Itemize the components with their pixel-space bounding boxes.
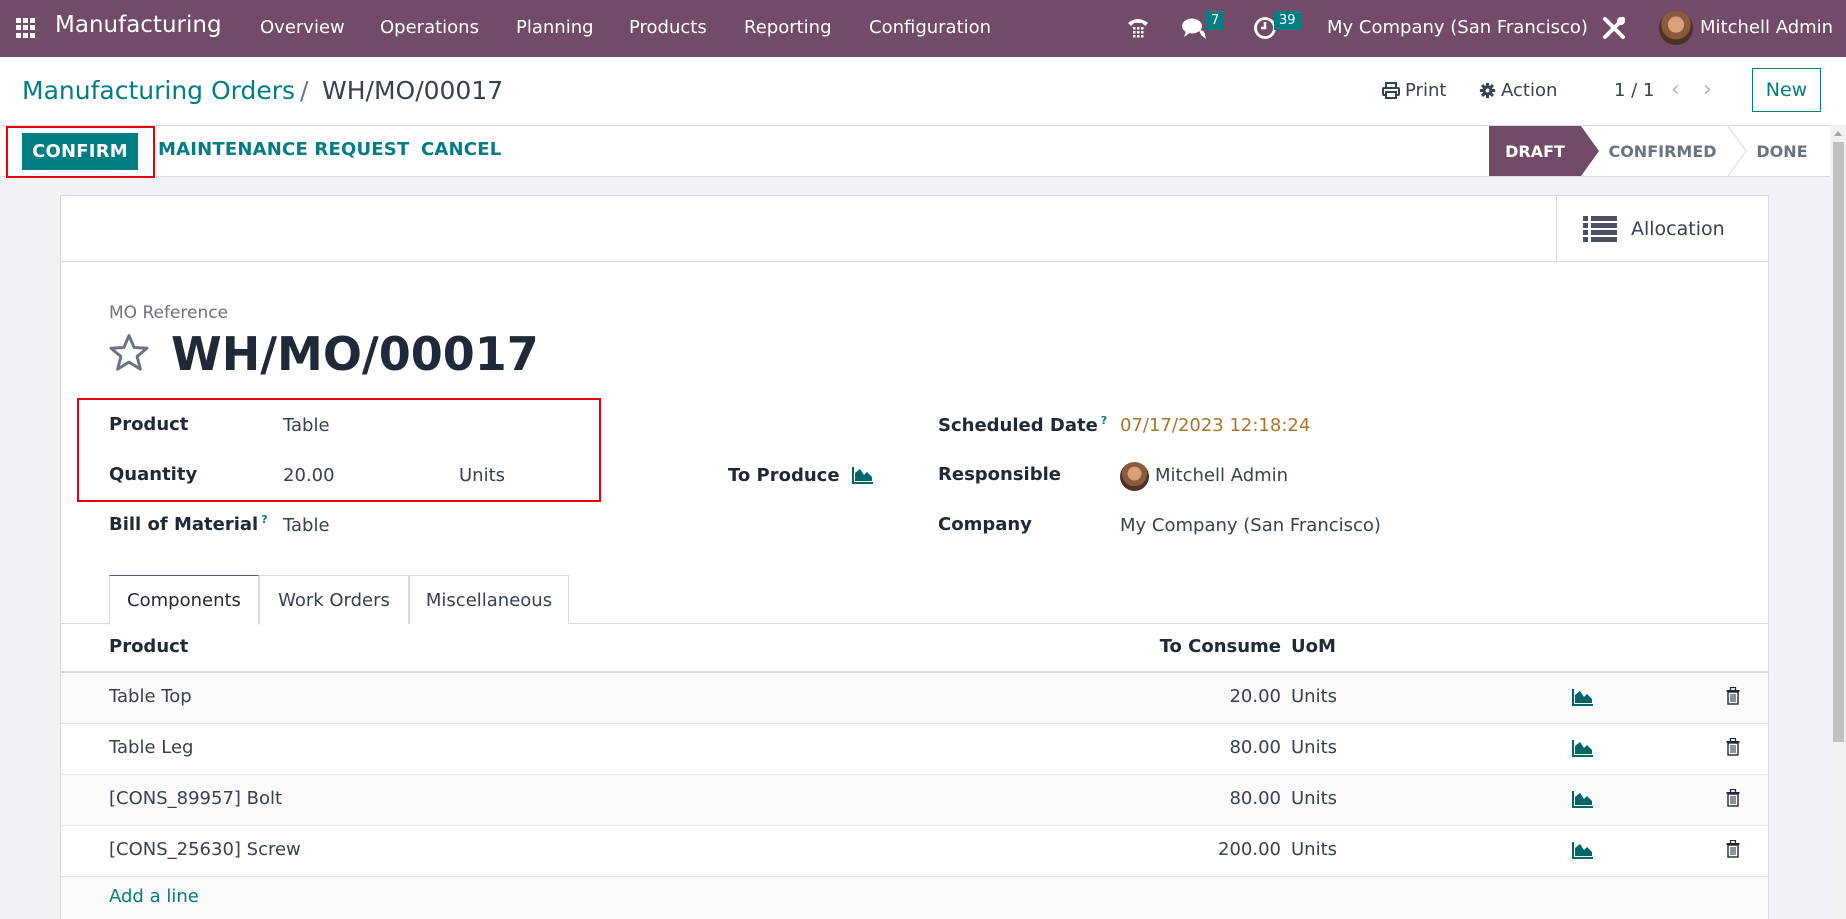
scheduled-date-help-icon[interactable]: ?: [1101, 414, 1107, 427]
forecast-chart-icon[interactable]: [1572, 790, 1594, 808]
phone-icon[interactable]: [1126, 15, 1150, 39]
company-switcher[interactable]: My Company (San Francisco): [1327, 17, 1588, 38]
maintenance-request-button[interactable]: MAINTENANCE REQUEST: [158, 139, 409, 160]
forecast-chart-icon[interactable]: [1572, 739, 1594, 757]
print-label: Print: [1405, 80, 1447, 101]
delete-trash-icon[interactable]: [1726, 840, 1740, 858]
menu-products[interactable]: Products: [629, 17, 707, 38]
responsible-label: Responsible: [938, 464, 1061, 485]
messages-count-badge: 7: [1206, 11, 1225, 30]
add-line-link[interactable]: Add a line: [109, 886, 199, 907]
pager-next-icon[interactable]: ›: [1703, 77, 1712, 102]
responsible-field[interactable]: Mitchell Admin: [1155, 465, 1288, 486]
product-quantity-highlight-annotation: [77, 398, 601, 502]
stage-draft[interactable]: DRAFT: [1489, 126, 1599, 176]
bom-label: Bill of Material?: [109, 513, 268, 535]
tab-miscellaneous[interactable]: Miscellaneous: [409, 575, 569, 624]
star-favorite-icon[interactable]: [107, 331, 151, 375]
action-label: Action: [1501, 80, 1558, 101]
forecast-chart-icon[interactable]: [852, 466, 874, 484]
row-uom: Units: [1291, 788, 1338, 809]
pager-value[interactable]: 1 / 1: [1614, 80, 1654, 101]
button-box: Allocation: [61, 196, 1768, 262]
company-field[interactable]: My Company (San Francisco): [1120, 515, 1381, 536]
delete-trash-icon[interactable]: [1726, 738, 1740, 756]
column-header-to-consume[interactable]: To Consume: [1111, 636, 1281, 657]
stage-confirmed[interactable]: CONFIRMED: [1590, 126, 1735, 176]
breadcrumb-current: WH/MO/00017: [322, 76, 504, 105]
menu-planning[interactable]: Planning: [516, 17, 594, 38]
messages-icon[interactable]: [1181, 16, 1207, 40]
tab-components[interactable]: Components: [109, 575, 259, 625]
breadcrumb-manufacturing-orders[interactable]: Manufacturing Orders: [22, 76, 295, 105]
new-button[interactable]: New: [1752, 68, 1821, 112]
forecast-chart-icon[interactable]: [1572, 841, 1594, 859]
menu-overview[interactable]: Overview: [260, 17, 345, 38]
breadcrumb-separator: /: [300, 76, 309, 105]
scheduled-date-label-text: Scheduled Date: [938, 415, 1098, 436]
confirm-highlight-annotation: [6, 126, 155, 178]
responsible-avatar: [1120, 462, 1149, 491]
scroll-up-arrow-icon[interactable]: [1834, 131, 1842, 136]
cancel-button[interactable]: CANCEL: [421, 139, 501, 160]
mo-reference-label: MO Reference: [109, 303, 229, 323]
row-to-consume[interactable]: 200.00: [1161, 839, 1281, 860]
table-row[interactable]: [CONS_89957] Bolt 80.00 Units: [61, 775, 1768, 826]
row-product[interactable]: Table Top: [109, 686, 192, 707]
row-uom: Units: [1291, 839, 1338, 860]
menu-operations[interactable]: Operations: [380, 17, 479, 38]
mo-reference-title: WH/MO/00017: [171, 327, 539, 381]
menu-configuration[interactable]: Configuration: [869, 17, 991, 38]
allocation-button[interactable]: Allocation: [1556, 196, 1768, 261]
table-row[interactable]: Table Leg 80.00 Units: [61, 724, 1768, 775]
scrollbar-thumb[interactable]: [1833, 142, 1844, 742]
row-to-consume[interactable]: 20.00: [1161, 686, 1281, 707]
table-row[interactable]: [CONS_25630] Screw 200.00 Units: [61, 826, 1768, 877]
activities-count-badge: 39: [1274, 11, 1301, 30]
delete-trash-icon[interactable]: [1726, 789, 1740, 807]
row-uom: Units: [1291, 737, 1338, 758]
row-product[interactable]: [CONS_25630] Screw: [109, 839, 301, 860]
form-sheet: Allocation MO Reference WH/MO/00017 Prod…: [60, 195, 1769, 919]
print-icon: [1382, 82, 1400, 99]
row-to-consume[interactable]: 80.00: [1161, 788, 1281, 809]
gear-icon: [1479, 82, 1496, 99]
row-product[interactable]: Table Leg: [109, 737, 193, 758]
column-header-product[interactable]: Product: [109, 636, 188, 657]
row-to-consume[interactable]: 80.00: [1161, 737, 1281, 758]
apps-menu-icon[interactable]: [16, 18, 36, 38]
print-button[interactable]: Print: [1382, 80, 1446, 101]
status-bar: CONFIRM MAINTENANCE REQUEST CANCEL DRAFT…: [0, 125, 1830, 177]
row-product[interactable]: [CONS_89957] Bolt: [109, 788, 282, 809]
company-label: Company: [938, 514, 1032, 535]
bom-field[interactable]: Table: [283, 515, 330, 536]
menu-reporting[interactable]: Reporting: [744, 17, 832, 38]
action-button[interactable]: Action: [1479, 80, 1557, 101]
to-produce-label: To Produce: [728, 465, 840, 486]
stage-done[interactable]: DONE: [1740, 126, 1824, 176]
column-header-uom[interactable]: UoM: [1291, 636, 1336, 657]
delete-trash-icon[interactable]: [1726, 687, 1740, 705]
user-avatar[interactable]: [1659, 11, 1693, 45]
bom-label-text: Bill of Material: [109, 514, 259, 535]
scheduled-date-field[interactable]: 07/17/2023 12:18:24: [1120, 415, 1310, 436]
tab-work-orders[interactable]: Work Orders: [259, 575, 409, 624]
row-uom: Units: [1291, 686, 1338, 707]
list-icon: [1583, 215, 1617, 242]
table-row[interactable]: Table Top 20.00 Units: [61, 673, 1768, 724]
top-navbar: Manufacturing Overview Operations Planni…: [0, 0, 1846, 57]
bom-help-icon[interactable]: ?: [261, 513, 267, 526]
control-panel: Manufacturing Orders / WH/MO/00017 Print…: [0, 57, 1846, 125]
debug-tools-icon[interactable]: [1601, 15, 1627, 41]
add-line-row: [61, 877, 1768, 919]
forecast-chart-icon[interactable]: [1572, 688, 1594, 706]
app-name[interactable]: Manufacturing: [55, 12, 222, 38]
scheduled-date-label: Scheduled Date?: [938, 414, 1107, 436]
allocation-label: Allocation: [1631, 217, 1725, 240]
user-menu[interactable]: Mitchell Admin: [1700, 17, 1833, 38]
page-scrollbar[interactable]: [1831, 125, 1846, 919]
pager-previous-icon[interactable]: ‹: [1671, 77, 1680, 102]
